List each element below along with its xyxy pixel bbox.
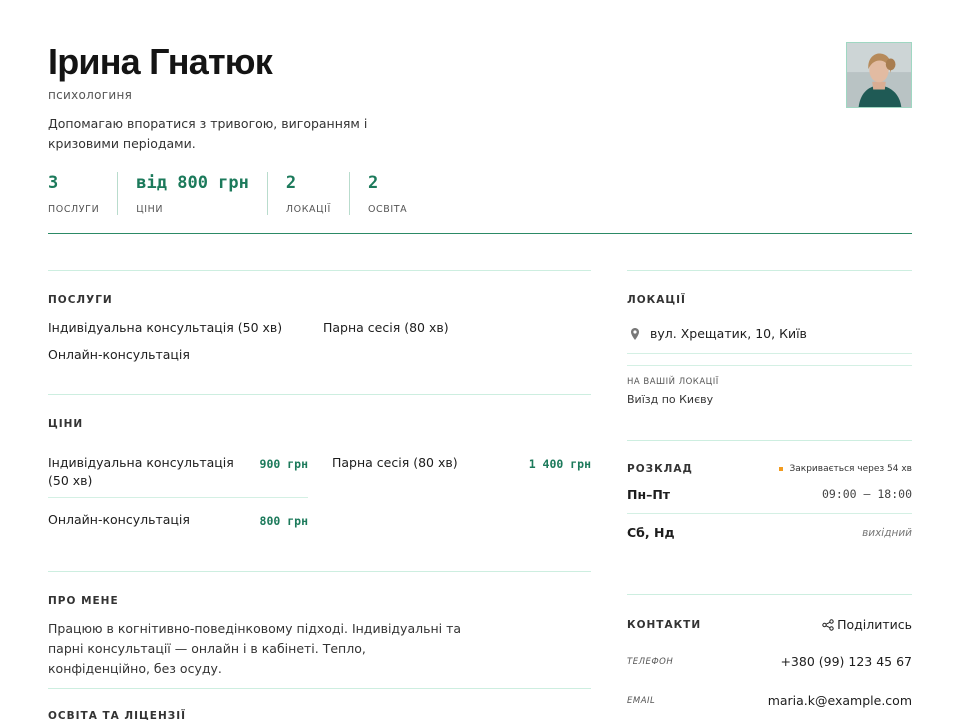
section-title: РОЗКЛАД (627, 463, 693, 475)
stat-prices[interactable]: від 800 грн ЦІНИ (136, 172, 268, 215)
open-status-text: Закривається через 54 хв (789, 464, 912, 474)
on-site-label: НА ВАШІЙ ЛОКАЦІЇ (627, 377, 719, 387)
schedule-hours: вихідний (862, 526, 912, 539)
stat-label: ПОСЛУГИ (48, 204, 100, 215)
contacts-header: КОНТАКТИ Поділитись (627, 617, 912, 632)
location-item[interactable]: вул. Хрещатик, 10, Київ (627, 326, 912, 354)
schedule-row: Сб, Нд вихідний (627, 513, 912, 551)
contact-label: ТЕЛЕФОН (627, 656, 674, 667)
stats-bar: 3 ПОСЛУГИ від 800 грн ЦІНИ 2 ЛОКАЦІЇ 2 О… (48, 172, 912, 215)
map-pin-icon (631, 327, 639, 340)
avatar-photo (847, 43, 911, 107)
on-site-location: НА ВАШІЙ ЛОКАЦІЇ Виїзд по Києву (627, 365, 912, 440)
stat-services[interactable]: 3 ПОСЛУГИ (48, 172, 119, 215)
section-title: ПОСЛУГИ (48, 294, 113, 306)
avatar (846, 42, 912, 108)
prices-section: ЦІНИ Індивідуальна консультація (50 хв) … (48, 394, 591, 571)
stat-label: ЛОКАЦІЇ (285, 204, 331, 215)
share-button[interactable]: Поділитись (822, 617, 912, 632)
price-amount: 800 грн (259, 514, 308, 528)
price-row[interactable]: Індивідуальна консультація (50 хв) 900 г… (48, 454, 308, 490)
schedule-hours: 09:00 – 18:00 (821, 487, 912, 501)
price-divider (48, 497, 308, 498)
share-label: Поділитись (837, 617, 912, 632)
contact-phone[interactable]: ТЕЛЕФОН +380 (99) 123 45 67 (627, 654, 912, 669)
share-icon (822, 618, 834, 631)
section-title: ОСВІТА ТА ЛІЦЕНЗІЇ (48, 710, 187, 720)
service-item[interactable]: Індивідуальна консультація (50 хв) (48, 320, 323, 335)
stat-locations[interactable]: 2 ЛОКАЦІЇ (286, 172, 350, 215)
stat-label: ЦІНИ (136, 204, 164, 215)
schedule-row: Пн–Пт 09:00 – 18:00 (627, 475, 912, 513)
profile-header: Ірина Гнатюк психологиня Допомагаю впора… (48, 40, 912, 215)
section-title: ЦІНИ (48, 418, 84, 430)
stat-value: 3 (48, 173, 59, 193)
on-site-value: Виїзд по Києву (627, 393, 714, 406)
price-name: Індивідуальна консультація (50 хв) (48, 455, 234, 488)
contact-value: maria.k@example.com (767, 693, 912, 708)
service-item[interactable]: Онлайн-консультація (48, 347, 323, 362)
contact-email[interactable]: EMAIL maria.k@example.com (627, 693, 912, 708)
section-title: ПРО МЕНЕ (48, 595, 119, 607)
main-column: ПОСЛУГИ Індивідуальна консультація (50 х… (48, 270, 591, 720)
location-address: вул. Хрещатик, 10, Київ (650, 326, 807, 341)
services-section: ПОСЛУГИ Індивідуальна консультація (50 х… (48, 270, 591, 394)
profile-name: Ірина Гнатюк (48, 41, 273, 82)
price-list: Індивідуальна консультація (50 хв) 900 г… (48, 454, 591, 544)
schedule-days: Пн–Пт (627, 486, 671, 502)
section-title: ЛОКАЦІЇ (627, 294, 686, 306)
contact-label: EMAIL (627, 695, 656, 706)
contact-value: +380 (99) 123 45 67 (780, 654, 912, 669)
about-text: Працюю в когнітивно-поведінковому підход… (48, 621, 462, 676)
stat-education[interactable]: 2 ОСВІТА (368, 172, 425, 215)
stat-value: від 800 грн (136, 173, 249, 193)
price-amount: 900 грн (259, 457, 308, 471)
schedule-header: РОЗКЛАД Закривається через 54 хв (627, 463, 912, 475)
contacts-section: КОНТАКТИ Поділитись ТЕЛЕФОН +380 (99) 12… (627, 594, 912, 708)
stat-value: 2 (285, 173, 297, 193)
section-title: КОНТАКТИ (627, 618, 702, 631)
services-list: Індивідуальна консультація (50 хв) Парна… (48, 320, 591, 362)
status-dot-icon (779, 467, 784, 471)
stat-label: ОСВІТА (367, 204, 408, 215)
price-row[interactable]: Онлайн-консультація 800 грн (48, 511, 308, 530)
schedule-days: Сб, Нд (627, 525, 675, 540)
service-item[interactable]: Парна сесія (80 хв) (323, 320, 591, 335)
profile-role: психологиня (48, 88, 133, 102)
price-row[interactable]: Парна сесія (80 хв) 1 400 грн (332, 454, 591, 473)
price-name: Онлайн-консультація (48, 512, 190, 527)
price-amount: 1 400 грн (528, 457, 591, 471)
open-status: Закривається через 54 хв (779, 464, 912, 474)
about-section: ПРО МЕНЕ Працюю в когнітивно-поведінково… (48, 571, 591, 688)
profile-bio: Допомагаю впоратися з тривогою, вигоранн… (48, 116, 368, 151)
education-section: ОСВІТА ТА ЛІЦЕНЗІЇ (48, 688, 591, 720)
header-divider (48, 233, 912, 234)
stat-value: 2 (367, 173, 379, 193)
schedule-section: РОЗКЛАД Закривається через 54 хв Пн–Пт 0… (627, 440, 912, 594)
sidebar: ЛОКАЦІЇ вул. Хрещатик, 10, Київ НА ВАШІЙ… (627, 270, 912, 708)
price-name: Парна сесія (80 хв) (332, 455, 458, 470)
locations-section: ЛОКАЦІЇ вул. Хрещатик, 10, Київ НА ВАШІЙ… (627, 270, 912, 440)
